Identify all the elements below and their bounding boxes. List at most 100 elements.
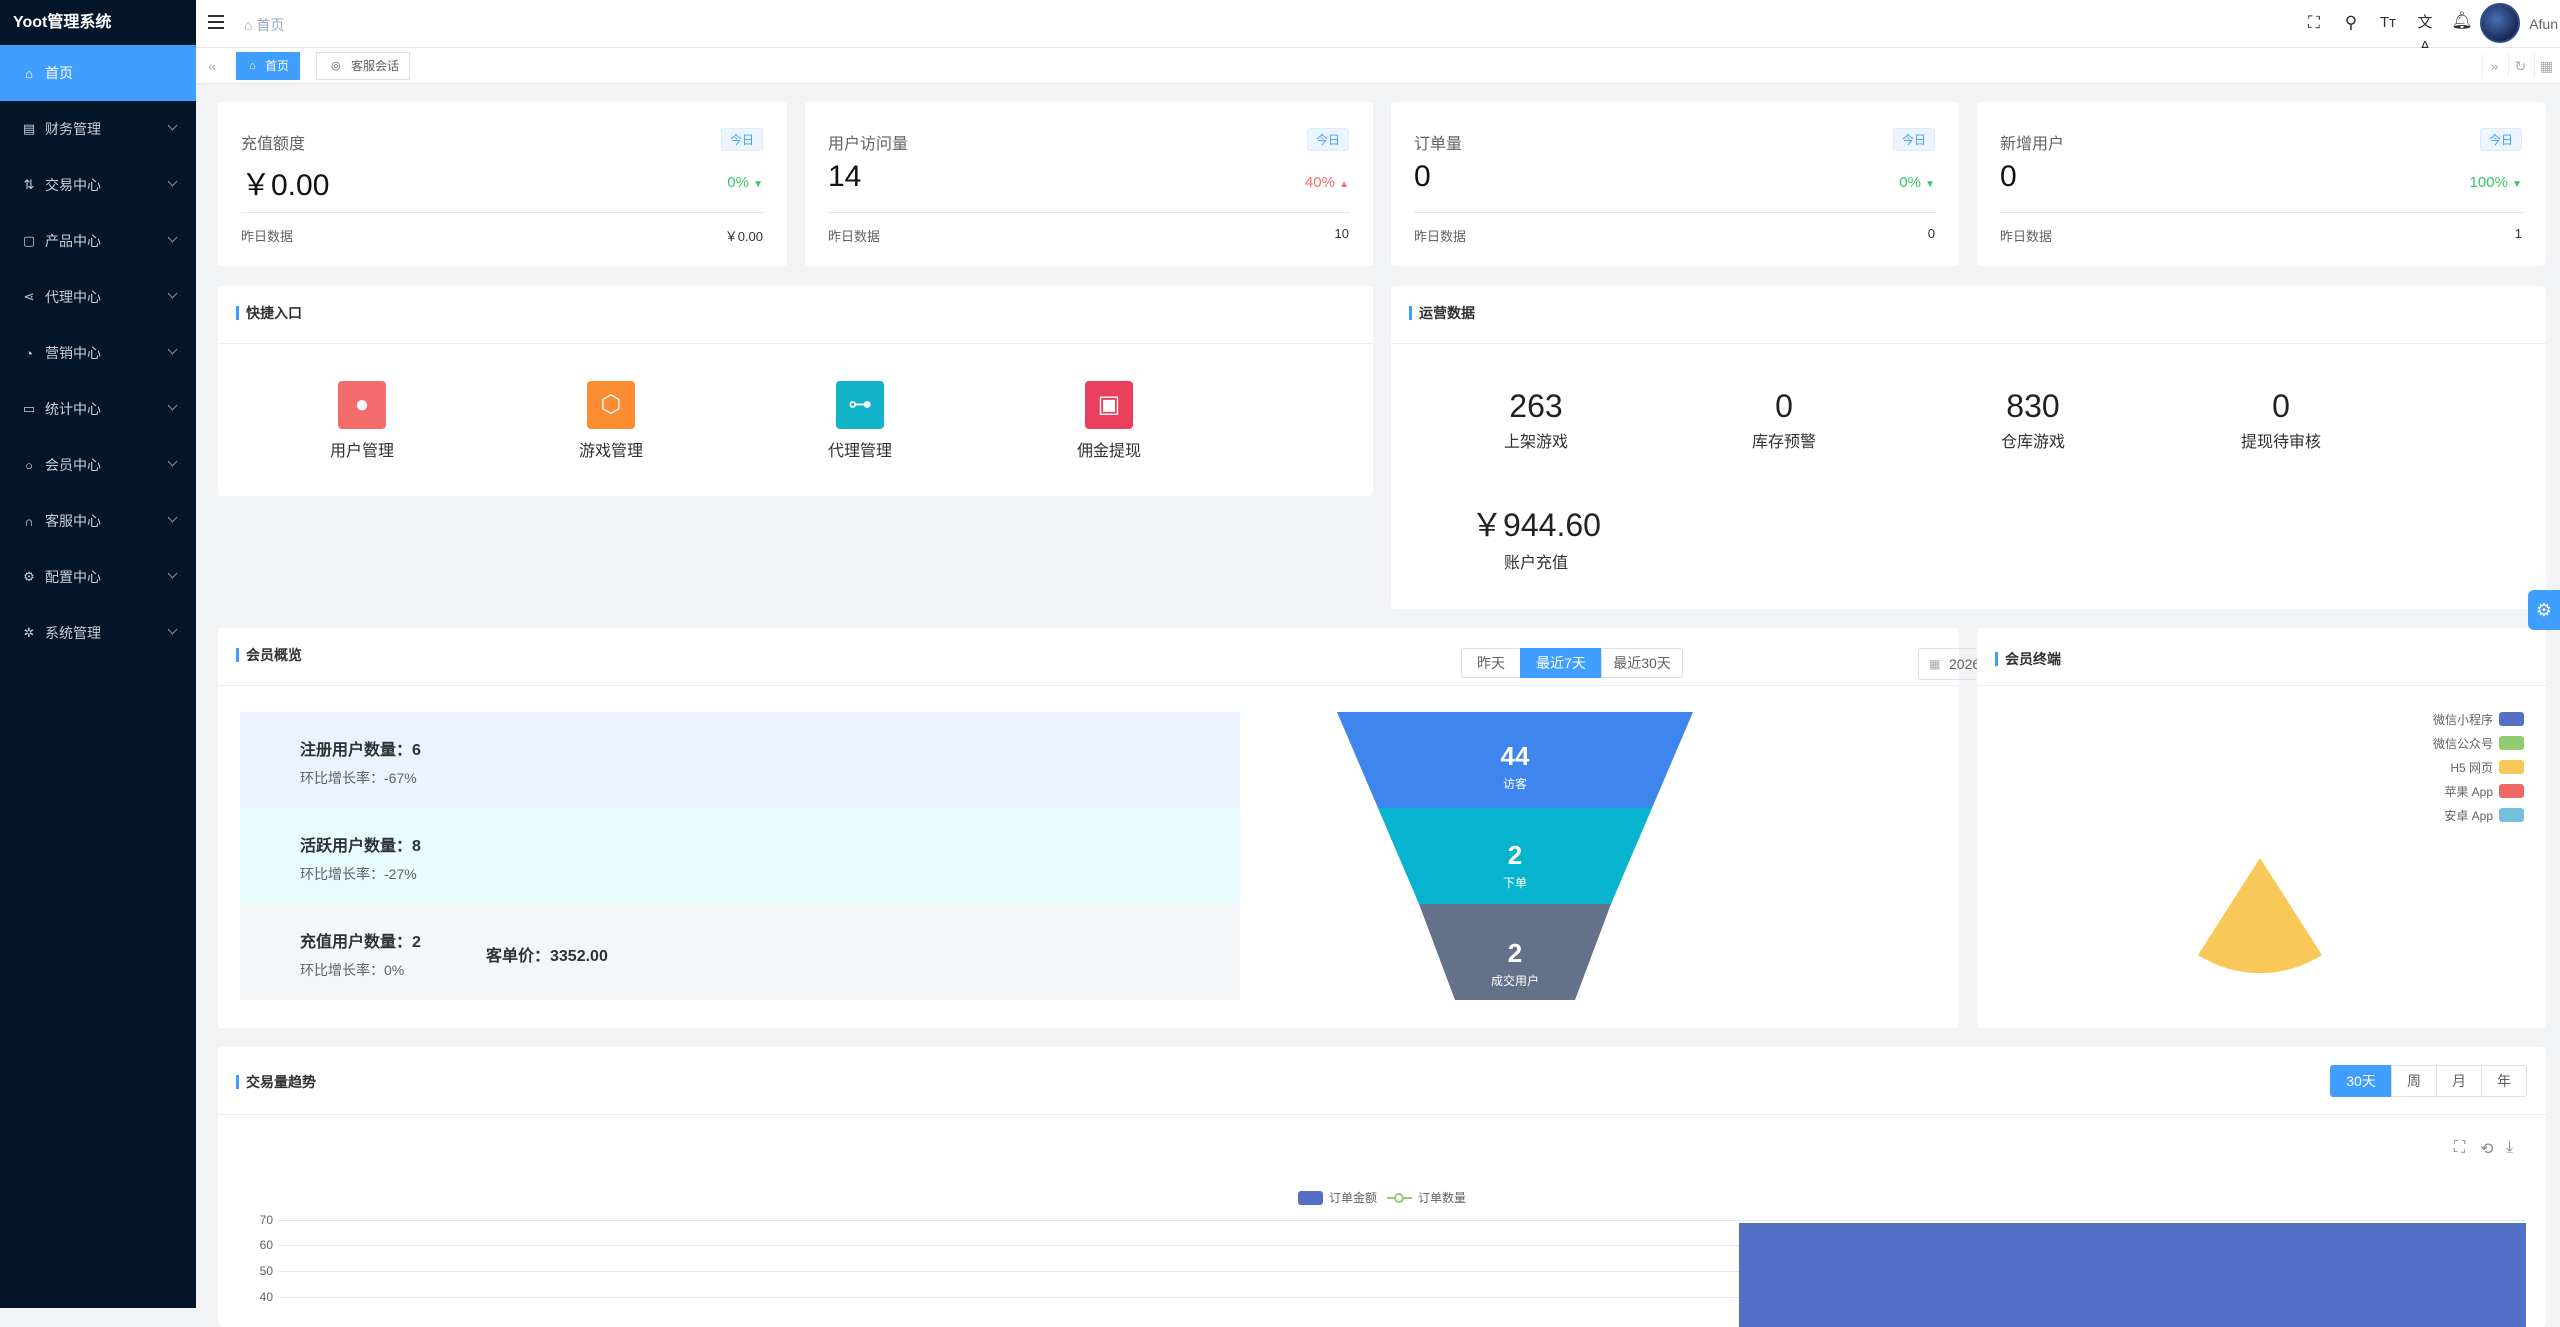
chevron-down-icon: [167, 120, 178, 131]
legend-label[interactable]: 订单数量: [1418, 1189, 1466, 1206]
quick-entry-agents[interactable]: ⊶ 代理管理: [800, 381, 920, 461]
sidebar-item-finance[interactable]: ▤ 财务管理: [0, 101, 196, 157]
sidebar-item-stats[interactable]: ▭ 统计中心: [0, 381, 196, 437]
y-tick-label: 70: [259, 1213, 273, 1227]
bell-icon[interactable]: 🔔︎: [2450, 9, 2474, 33]
card-title: 交易量趋势: [236, 1075, 316, 1089]
search-icon[interactable]: ⚲: [2339, 11, 2363, 35]
sidebar-item-label: 客服中心: [45, 513, 101, 529]
top-navbar: ⌂ 首页 ⛶ ⚲ Tт 文A 🔔︎ Afun: [196, 0, 2560, 55]
stat-title: 订单量: [1414, 136, 1463, 153]
range-week[interactable]: 周: [2391, 1065, 2437, 1097]
funnel-label: 下单: [1502, 876, 1527, 890]
settings-drawer-icon[interactable]: ⚙: [2528, 590, 2560, 630]
range-month[interactable]: 月: [2436, 1065, 2482, 1097]
pie-slice-h5: [2198, 858, 2322, 974]
member-terminal-card: 会员终端 微信小程序 微信公众号 H5 网页 苹果 App 安卓 App: [1977, 628, 2546, 1028]
sidebar-item-config[interactable]: ⚙ 配置中心: [0, 549, 196, 605]
stat-badge: 今日: [720, 128, 763, 151]
op-value: 263: [1509, 388, 1563, 424]
card-header: 快捷入口: [218, 286, 1373, 344]
avatar[interactable]: [2480, 3, 2520, 43]
menu-toggle-icon[interactable]: [208, 15, 224, 29]
refresh-icon[interactable]: ↻: [2508, 54, 2532, 78]
quick-entry-label: 游戏管理: [578, 443, 643, 460]
card-title: 快捷入口: [236, 306, 302, 320]
stat-title: 充值额度: [241, 136, 306, 153]
stat-value: ￥0.00: [241, 169, 330, 202]
breadcrumb-item[interactable]: 首页: [256, 17, 284, 33]
user-icon: ○: [25, 457, 33, 473]
sidebar-item-label: 统计中心: [45, 401, 101, 417]
sidebar-item-product[interactable]: ▢ 产品中心: [0, 213, 196, 269]
sidebar-item-home[interactable]: ⌂ 首页: [0, 45, 196, 101]
chevron-down-icon: [167, 232, 178, 243]
stat-card-visits: 用户访问量 今日 14 40% ▲ 昨日数据 10: [805, 102, 1373, 266]
quick-entry-withdraw[interactable]: ▣ 佣金提现: [1049, 381, 1169, 461]
card-header: 运营数据: [1391, 286, 2546, 344]
sidebar-item-label: 交易中心: [45, 177, 101, 193]
chevron-down-icon: [167, 624, 178, 635]
font-size-icon[interactable]: Tт: [2376, 11, 2400, 35]
sidebar-item-label: 财务管理: [45, 121, 101, 137]
user-icon: ●: [338, 381, 386, 429]
translate-icon[interactable]: 文A: [2413, 11, 2437, 55]
stat-value: 14: [828, 160, 862, 193]
trend-legend: 订单金额 订单数量: [1298, 1189, 1466, 1206]
sidebar-item-system[interactable]: ✲ 系统管理: [0, 605, 196, 661]
sidebar-item-member[interactable]: ○ 会员中心: [0, 437, 196, 493]
grid-icon[interactable]: ▦: [2534, 54, 2558, 78]
sidebar-item-trade[interactable]: ⇅ 交易中心: [0, 157, 196, 213]
divider: [828, 212, 1350, 213]
tag-home[interactable]: ⌂ 首页: [236, 52, 301, 80]
op-stat: 0 提现待审核: [2181, 388, 2381, 452]
finance-icon: ▤: [22, 121, 36, 136]
stat-foot-value: ￥0.00: [724, 229, 763, 244]
tags-view: « ⌂ 首页 ◎ 客服会话 » ↻ ▦: [196, 48, 2560, 84]
sidebar-item-label: 代理中心: [45, 289, 101, 305]
sidebar-item-label: 系统管理: [45, 625, 101, 641]
stat-value: 0: [1414, 160, 1431, 193]
scroll-right-icon[interactable]: »: [2482, 54, 2506, 78]
sidebar-item-label: 配置中心: [45, 569, 101, 585]
sidebar-item-service[interactable]: ∩ 客服中心: [0, 493, 196, 549]
cash-icon: ▣: [1085, 381, 1133, 429]
sidebar-item-agent[interactable]: ⋖ 代理中心: [0, 269, 196, 325]
sidebar-item-marketing[interactable]: ◔ 营销中心: [0, 325, 196, 381]
breadcrumb: ⌂ 首页: [244, 15, 284, 35]
legend-swatch-bar: [1298, 1190, 1323, 1205]
home-icon: ⌂: [244, 17, 257, 33]
caret-up-icon: ▲: [1339, 179, 1349, 190]
terminal-pie-chart: [2198, 858, 2322, 974]
bar-order-amount[interactable]: [1739, 1223, 2526, 1327]
funnel-chart: [1337, 712, 1693, 1000]
download-icon[interactable]: ⤓: [2506, 1139, 2513, 1157]
range-30d[interactable]: 30天: [2330, 1065, 2392, 1097]
stat-foot-label: 昨日数据: [828, 229, 881, 244]
username[interactable]: Afun: [2529, 16, 2558, 32]
stat-badge: 今日: [1892, 128, 1935, 151]
tag-service-chat[interactable]: ◎ 客服会话: [316, 52, 411, 80]
quick-entry-users[interactable]: ● 用户管理: [302, 381, 422, 461]
grid-line: [278, 1220, 2526, 1221]
op-stat: 0 库存预警: [1684, 388, 1884, 452]
trade-trend-card: 交易量趋势 30天 周 月 年 ⛶ ⟲ ⤓ 订单金额 订单数量 70 60 50…: [218, 1047, 2546, 1327]
zoom-icon[interactable]: ⛶: [2454, 1139, 2465, 1157]
stat-card-orders: 订单量 今日 0 0% ▼ 昨日数据 0: [1391, 102, 1959, 266]
chevron-down-icon: [167, 512, 178, 523]
y-tick-label: 50: [259, 1264, 273, 1278]
quick-entry-games[interactable]: ⬡ 游戏管理: [551, 381, 671, 461]
range-year[interactable]: 年: [2481, 1065, 2527, 1097]
change-value: 40%: [1304, 174, 1335, 191]
stat-change: 100% ▼: [2470, 174, 2522, 191]
scroll-left-icon[interactable]: «: [200, 54, 224, 78]
gear-icon: ✲: [23, 625, 35, 640]
legend-label[interactable]: 订单金额: [1329, 1189, 1377, 1206]
divider: [1414, 212, 1936, 213]
card-title: 运营数据: [1409, 306, 1475, 320]
fullscreen-icon[interactable]: ⛶: [2302, 11, 2326, 35]
restore-icon[interactable]: ⟲: [2480, 1139, 2493, 1159]
sidebar-item-label: 营销中心: [45, 345, 101, 361]
stat-foot-value: 0: [1927, 226, 1935, 241]
op-label: 提现待审核: [2240, 434, 2321, 451]
